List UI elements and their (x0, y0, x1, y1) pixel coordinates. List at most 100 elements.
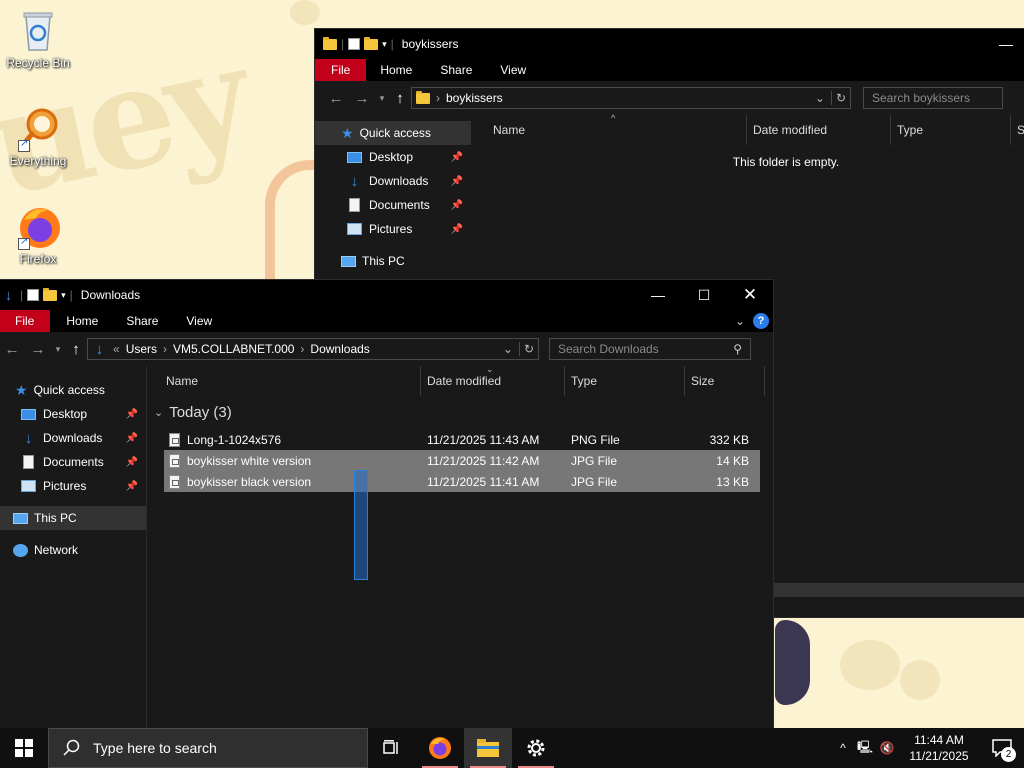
properties-icon[interactable] (348, 38, 361, 50)
search-box[interactable]: Search boykissers (863, 87, 1003, 109)
file-date: 11/21/2025 11:42 AM (427, 453, 540, 468)
back-button[interactable]: ← (0, 341, 25, 358)
chevron-down-icon[interactable]: ⌄ (503, 342, 513, 356)
nav-this-pc[interactable]: This PC (0, 506, 146, 530)
pin-icon: 📌 (450, 175, 463, 187)
address-overflow[interactable]: « (113, 342, 120, 356)
start-button[interactable] (0, 728, 48, 768)
column-type[interactable]: Type (891, 115, 1011, 145)
taskbar-file-explorer[interactable] (464, 728, 512, 768)
nav-item-documents[interactable]: Documents 📌 (315, 193, 471, 217)
help-icon[interactable]: ? (753, 313, 769, 329)
column-name[interactable]: Name (160, 366, 421, 396)
column-name[interactable]: Name (487, 115, 747, 145)
task-view-button[interactable] (368, 728, 416, 768)
nav-item-desktop[interactable]: Desktop 📌 (315, 145, 471, 169)
search-box[interactable]: Search Downloads ⚲ (549, 338, 751, 360)
column-date-modified[interactable]: Date modified (421, 366, 565, 396)
close-button[interactable]: ✕ (727, 280, 773, 310)
title-bar[interactable]: ↓ | ▾ | Downloads — ☐ ✕ (0, 280, 773, 310)
column-size[interactable]: S (1011, 115, 1024, 145)
tab-share[interactable]: Share (112, 310, 172, 332)
firefox-desktop-icon[interactable]: Firefox (0, 202, 76, 266)
network-icon[interactable]: 🖳 (854, 738, 876, 759)
nav-item-downloads[interactable]: ↓ Downloads 📌 (0, 426, 146, 450)
nav-label: Network (34, 543, 79, 557)
recent-locations-icon[interactable]: ▾ (51, 344, 65, 355)
nav-label: Pictures (43, 479, 87, 493)
address-bar[interactable]: ↓ « Users › VM5.COLLABNET.000 › Download… (87, 338, 539, 360)
taskbar-firefox[interactable] (416, 728, 464, 768)
chevron-down-icon[interactable]: ⌄ (154, 406, 163, 419)
tab-share[interactable]: Share (426, 59, 486, 81)
breadcrumb-users[interactable]: Users (126, 342, 157, 356)
tab-file[interactable]: File (315, 59, 367, 81)
new-folder-icon[interactable] (364, 36, 379, 50)
nav-item-pictures[interactable]: Pictures 📌 (315, 217, 471, 241)
nav-item-downloads[interactable]: ↓ Downloads 📌 (315, 169, 471, 193)
file-explorer-icon (477, 739, 499, 757)
minimize-button[interactable]: — (983, 29, 1024, 59)
forward-button[interactable]: → (349, 90, 375, 107)
address-bar[interactable]: › boykissers ⌄ ↻ (411, 87, 851, 109)
nav-item-pictures[interactable]: Pictures 📌 (0, 474, 146, 498)
back-button[interactable]: ← (323, 90, 349, 107)
chevron-right-icon: › (300, 342, 305, 356)
speaker-muted-icon[interactable]: 🔇 (876, 741, 898, 755)
up-button[interactable]: ↑ (65, 341, 87, 358)
network-icon (13, 543, 28, 557)
tab-home[interactable]: Home (50, 310, 112, 332)
everything-label: Everything (9, 154, 67, 168)
recycle-bin-desktop-icon[interactable]: Recycle Bin (0, 6, 76, 70)
pin-icon: 📌 (125, 456, 138, 468)
file-name: boykisser black version (187, 474, 312, 489)
window-title: Downloads (80, 288, 141, 302)
column-date-modified[interactable]: Date modified (747, 115, 891, 145)
tab-view[interactable]: View (486, 59, 540, 81)
file-row[interactable]: Long-1-1024x576 11/21/2025 11:43 AM PNG … (164, 429, 760, 450)
new-folder-icon[interactable] (43, 287, 58, 301)
tab-view[interactable]: View (172, 310, 226, 332)
action-center-button[interactable]: 2 (980, 728, 1024, 768)
pin-icon: 📌 (450, 199, 463, 211)
file-row[interactable]: boykisser black version 11/21/2025 11:41… (164, 471, 760, 492)
file-name: Long-1-1024x576 (187, 432, 282, 447)
clock[interactable]: 11:44 AM 11/21/2025 (898, 732, 980, 764)
title-bar[interactable]: | ▾ | boykissers — (315, 29, 1024, 59)
breadcrumb-downloads[interactable]: Downloads (310, 342, 369, 356)
tab-file[interactable]: File (0, 310, 51, 332)
properties-icon[interactable] (27, 289, 40, 301)
file-name: boykisser white version (187, 453, 312, 468)
nav-network[interactable]: Network (0, 538, 146, 562)
qat-dropdown-icon[interactable]: ▾ (61, 290, 66, 301)
taskbar-settings[interactable] (512, 728, 560, 768)
forward-button[interactable]: → (25, 341, 51, 358)
file-row[interactable]: boykisser white version 11/21/2025 11:42… (164, 450, 760, 471)
everything-desktop-icon[interactable]: Everything (0, 104, 76, 168)
refresh-icon[interactable]: ↻ (830, 91, 846, 105)
windows-logo-icon (15, 739, 33, 757)
chevron-down-icon[interactable]: ⌄ (815, 91, 825, 105)
show-hidden-icons-icon[interactable]: ^ (832, 741, 854, 755)
nav-item-documents[interactable]: Documents 📌 (0, 450, 146, 474)
recent-locations-icon[interactable]: ▾ (375, 93, 389, 104)
qat-dropdown-icon[interactable]: ▾ (382, 39, 387, 50)
group-header-today[interactable]: ⌄ Today (3) (154, 404, 764, 421)
expand-ribbon-icon[interactable]: ⌄ (735, 314, 745, 328)
taskbar-search-box[interactable]: Type here to search (48, 728, 368, 768)
maximize-button[interactable]: ☐ (681, 280, 727, 310)
nav-quick-access[interactable]: ★ Quick access (0, 378, 146, 402)
breadcrumb-user-folder[interactable]: VM5.COLLABNET.000 (173, 342, 294, 356)
nav-this-pc[interactable]: This PC (315, 249, 471, 273)
column-size[interactable]: Size (685, 366, 765, 396)
column-type[interactable]: Type (565, 366, 685, 396)
explorer-window-downloads[interactable]: ↓ | ▾ | Downloads — ☐ ✕ File Home Share … (0, 279, 774, 730)
up-button[interactable]: ↑ (389, 90, 411, 107)
refresh-icon[interactable]: ↻ (518, 342, 534, 356)
tab-home[interactable]: Home (366, 59, 426, 81)
breadcrumb-folder[interactable]: boykissers (446, 91, 503, 105)
chevron-right-icon: › (163, 342, 168, 356)
nav-quick-access[interactable]: ★ Quick access (315, 121, 471, 145)
minimize-button[interactable]: — (635, 280, 681, 310)
nav-item-desktop[interactable]: Desktop 📌 (0, 402, 146, 426)
